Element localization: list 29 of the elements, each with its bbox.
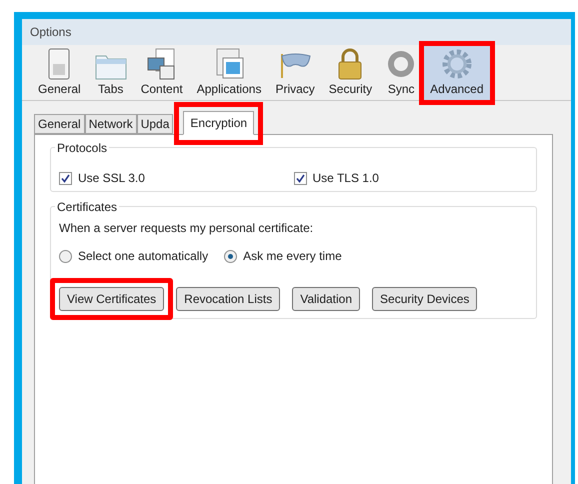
switch-icon	[47, 48, 72, 80]
toolbar-pane-button[interactable]: Sync	[380, 46, 422, 100]
checkbox[interactable]	[59, 172, 72, 184]
toolbar-pane-button[interactable]: Content	[134, 46, 189, 100]
tab[interactable]: Upda	[136, 114, 174, 134]
checkbox[interactable]	[294, 172, 306, 184]
padlock-icon	[336, 48, 364, 80]
gear-icon	[440, 48, 473, 80]
radio-button[interactable]	[224, 250, 238, 262]
tab[interactable]: Network	[84, 114, 137, 134]
toolbar-pane-button[interactable]: General	[32, 46, 87, 100]
toolbar-pane-button[interactable]: Advanced	[424, 46, 490, 100]
prompt-text: When a server requests my personal certificate:	[59, 220, 314, 237]
window-title: Options	[30, 24, 72, 41]
dialog-button[interactable]: Validation	[292, 287, 360, 311]
checkbox-label: Use TLS 1.0	[312, 170, 379, 187]
radio-label: Select one automatically	[78, 248, 208, 265]
toolbar-pane-button[interactable]: Security	[322, 46, 378, 100]
radio-label: Ask me every time	[243, 248, 342, 265]
tab[interactable]: Encryption	[183, 111, 254, 135]
toolbar-pane-button[interactable]: Applications	[190, 46, 268, 100]
radio-button[interactable]	[59, 250, 72, 262]
dialog-button[interactable]: View Certificates	[59, 287, 164, 311]
checkbox-label: Use SSL 3.0	[78, 170, 145, 187]
toolbar-pane-button[interactable]: Tabs	[88, 46, 133, 100]
dialog-button[interactable]: Security Devices	[372, 287, 478, 311]
toolbar-pane-button[interactable]: Privacy	[269, 46, 321, 100]
tab[interactable]: General	[34, 114, 85, 134]
dialog-button[interactable]: Revocation Lists	[176, 287, 280, 311]
